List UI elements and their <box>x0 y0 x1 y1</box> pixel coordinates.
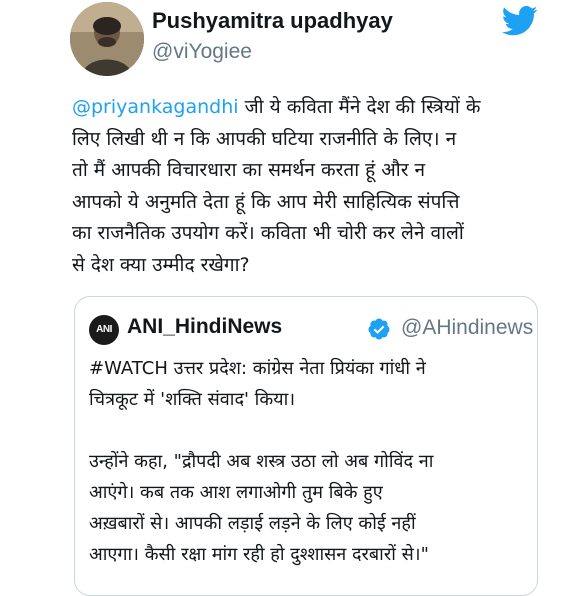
quoted-tweet[interactable]: ANI ANI_HindiNews @AHindinews #WATCH उत्… <box>74 296 538 596</box>
mention-link[interactable]: @priyankagandhi <box>72 96 239 118</box>
author-avatar[interactable] <box>70 2 144 76</box>
tweet-line-text: जी ये कविता मैंने देश की स्त्रियों के <box>238 96 481 118</box>
quoted-line: आएगा। कैसी रक्षा मांग रही हो दुश्शासन दर… <box>89 544 429 565</box>
quoted-line: चित्रकूट में 'शक्ति संवाद' किया। <box>89 389 296 410</box>
twitter-bird-icon[interactable] <box>502 6 538 36</box>
quoted-line: अख़बारों से। आपकी लड़ाई लड़ने के लिए कोई… <box>89 513 416 534</box>
author-name[interactable]: Pushyamitra upadhyay <box>152 8 393 34</box>
tweet-line: से देश क्या उम्मीद रखेगा? <box>72 253 250 276</box>
quoted-line: उन्होंने कहा, "द्रौपदी अब शस्त्र उठा लो … <box>89 451 434 472</box>
quoted-line: आएंगे। कब तक आश लगाओगी तुम बिके हुए <box>89 482 383 503</box>
tweet-card: Pushyamitra upadhyay @viYogiee @priyanka… <box>0 0 580 596</box>
tweet-line: तो मैं आपकी विचारधारा का समर्थन करता हूं… <box>72 159 426 181</box>
verified-badge-icon <box>368 318 390 340</box>
tweet-line: @priyankagandhi जी ये कविता मैंने देश की… <box>72 92 572 124</box>
quoted-author-handle[interactable]: @AHindinews <box>401 316 533 340</box>
tweet-line: का राजनैतिक उपयोग करें। कविता भी चोरी कर… <box>72 222 464 244</box>
tweet-line: आपको ये अनुमति देता हूं कि आप मेरी साहित… <box>72 190 460 213</box>
quoted-author-name[interactable]: ANI_HindiNews <box>127 315 282 339</box>
tweet-text: @priyankagandhi जी ये कविता मैंने देश की… <box>72 92 572 281</box>
author-handle[interactable]: @viYogiee <box>152 40 252 64</box>
quoted-tweet-text: #WATCH उत्तर प्रदेश: कांग्रेस नेता प्रिय… <box>89 353 529 570</box>
tweet-line: लिए लिखी थी न कि आपकी घटिया राजनीति के ल… <box>72 127 457 150</box>
quoted-author-avatar[interactable]: ANI <box>89 315 119 345</box>
quoted-line: #WATCH उत्तर प्रदेश: कांग्रेस नेता प्रिय… <box>89 358 426 379</box>
